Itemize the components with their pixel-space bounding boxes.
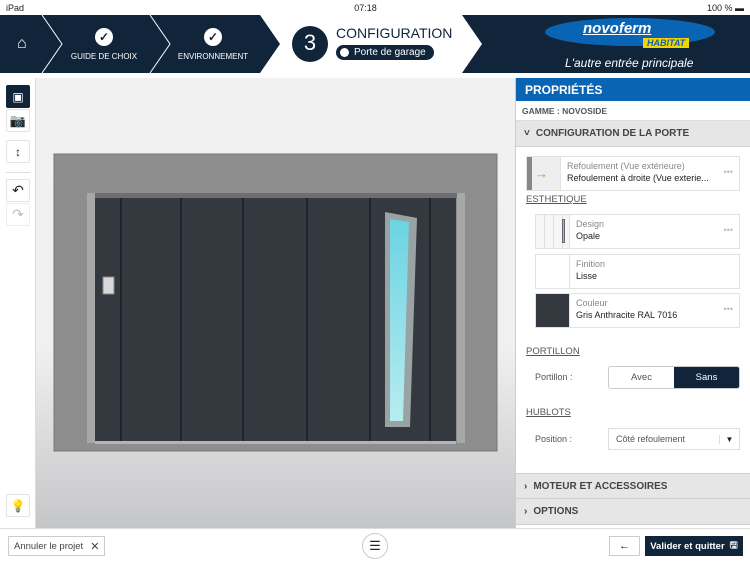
device-name: iPad xyxy=(6,2,25,13)
design-option[interactable]: Design Opale ••• xyxy=(535,214,740,249)
option-label: Design xyxy=(576,219,605,229)
jamb-right xyxy=(457,193,465,443)
step-label: GUIDE DE CHOIX xyxy=(70,52,138,61)
color-swatch xyxy=(536,294,570,327)
panel-title: PROPRIÉTÉS xyxy=(516,78,750,101)
dimensions-icon[interactable]: ↕ xyxy=(6,140,30,163)
design-thumb xyxy=(536,215,570,248)
chevron-down-icon: ˅ xyxy=(524,128,530,139)
section-configuration[interactable]: ˅ CONFIGURATION DE LA PORTE xyxy=(516,121,750,147)
status-bar: iPad 07:18 100 % ▬ xyxy=(0,0,750,15)
chevron-down-icon: ▼ xyxy=(719,434,739,444)
position-value: Côté refoulement xyxy=(616,434,686,444)
redo-icon[interactable]: ↷ xyxy=(6,203,30,226)
camera-icon[interactable]: 📷 xyxy=(6,109,30,132)
garage-door-render xyxy=(53,153,498,452)
portillon-avec[interactable]: Avec xyxy=(609,367,674,388)
door-view-icon[interactable]: ▣ xyxy=(6,85,30,108)
step-label: ENVIRONNEMENT xyxy=(177,52,249,61)
refoulement-thumb: → xyxy=(527,157,561,190)
validate-and-quit-button[interactable]: Valider et quitter 🖫 xyxy=(645,536,743,556)
battery: 100 % ▬ xyxy=(706,2,744,13)
check-icon: ✓ xyxy=(95,28,113,46)
door-preview xyxy=(36,78,515,528)
option-value: Lisse xyxy=(576,271,598,281)
section-options[interactable]: › OPTIONS xyxy=(516,499,750,525)
finition-thumb xyxy=(536,255,570,288)
logo-sub: HABITAT xyxy=(643,38,690,48)
product-badge: Porte de garage xyxy=(336,45,434,60)
logo-brand: novoferm xyxy=(583,20,652,37)
door-handle xyxy=(102,276,115,295)
option-value: Refoulement à droite (Vue exterie... xyxy=(567,173,709,183)
left-toolbar: ▣ 📷 ↕ ↶ ↷ 💡 xyxy=(0,78,36,528)
properties-panel: PROPRIÉTÉS GAMME : NOVOSIDE ˅ CONFIGURATI… xyxy=(515,78,750,528)
portillon-label: Portillon : xyxy=(535,372,573,382)
arrow-right-icon: → xyxy=(535,166,548,181)
clock: 07:18 xyxy=(354,2,377,13)
refoulement-option[interactable]: → Refoulement (Vue extérieure) Refoulemen… xyxy=(526,156,740,191)
step-environnement[interactable]: ✓ ENVIRONNEMENT xyxy=(170,28,256,61)
arrow-left-icon: ← xyxy=(619,540,630,552)
save-icon: 🖫 xyxy=(729,540,738,551)
step-title: CONFIGURATION xyxy=(336,25,453,41)
step-number: 3 xyxy=(303,30,317,55)
option-value: Gris Anthracite RAL 7016 xyxy=(576,310,678,320)
chevron-right-icon: › xyxy=(524,506,528,517)
undo-icon[interactable]: ↶ xyxy=(6,179,30,202)
portillon-sans[interactable]: Sans xyxy=(674,367,739,388)
option-label: Finition xyxy=(576,259,606,269)
bottom-bar: Annuler le projet ✕ ☰ ← Valider et quitte… xyxy=(0,528,750,562)
more-icon: ••• xyxy=(723,225,733,235)
option-label: Couleur xyxy=(576,298,608,308)
gamme-label: GAMME : NOVOSIDE xyxy=(516,101,750,121)
close-icon: ✕ xyxy=(90,540,100,553)
dot-icon xyxy=(340,48,349,57)
back-button[interactable]: ← xyxy=(609,536,640,556)
menu-icon[interactable]: ☰ xyxy=(362,533,388,559)
position-label: Position : xyxy=(535,434,573,444)
portillon-toggle: Avec Sans xyxy=(608,366,740,389)
lintel xyxy=(87,193,465,198)
esthetique-heading: ESTHETIQUE xyxy=(526,194,587,205)
finition-option[interactable]: Finition Lisse xyxy=(535,254,740,289)
jamb-left xyxy=(87,193,95,443)
more-icon: ••• xyxy=(723,304,733,314)
logo-tagline: L'autre entrée principale xyxy=(565,56,694,70)
more-icon: ••• xyxy=(723,167,733,177)
check-icon: ✓ xyxy=(204,28,222,46)
position-select[interactable]: Côté refoulement ▼ xyxy=(608,428,740,450)
lightbulb-icon[interactable]: 💡 xyxy=(6,494,30,517)
portillon-heading: PORTILLON xyxy=(526,346,580,357)
header: ⌂ ✓ GUIDE DE CHOIX ✓ ENVIRONNEMENT 3 CON… xyxy=(0,15,750,73)
couleur-option[interactable]: Couleur Gris Anthracite RAL 7016 ••• xyxy=(535,293,740,328)
hublots-heading: HUBLOTS xyxy=(526,407,571,418)
divider xyxy=(6,172,30,173)
section-moteur[interactable]: › MOTEUR ET ACCESSOIRES xyxy=(516,473,750,499)
option-value: Opale xyxy=(576,231,601,241)
home-icon[interactable]: ⌂ xyxy=(17,35,27,53)
option-label: Refoulement (Vue extérieure) xyxy=(567,161,685,171)
cancel-project-button[interactable]: Annuler le projet ✕ xyxy=(8,536,106,556)
step-guide-de-choix[interactable]: ✓ GUIDE DE CHOIX xyxy=(64,28,144,61)
chevron-right-icon: › xyxy=(524,480,528,492)
